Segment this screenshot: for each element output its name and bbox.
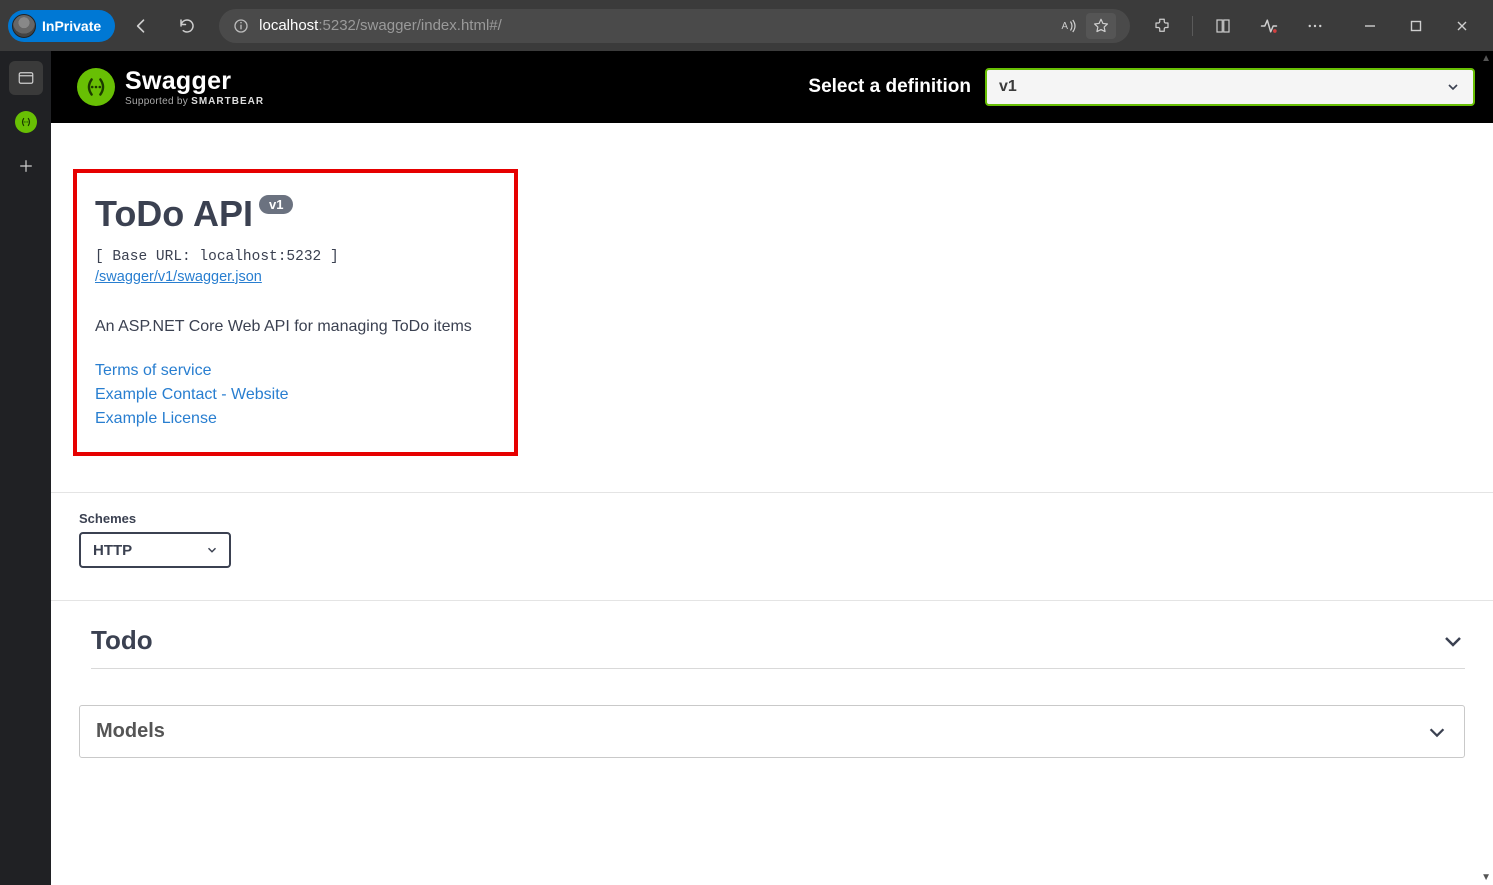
separator (1192, 16, 1193, 36)
swagger-logo-icon (77, 68, 115, 106)
select-definition-label: Select a definition (808, 76, 971, 98)
terms-link[interactable]: Terms of service (95, 362, 496, 380)
base-url: [ Base URL: localhost:5232 ] (95, 249, 496, 265)
extensions-button[interactable] (1142, 9, 1182, 43)
contact-link[interactable]: Example Contact - Website (95, 386, 496, 404)
swagger-logo[interactable]: Swagger Supported by SMARTBEAR (77, 67, 264, 107)
new-tab-button[interactable] (9, 149, 43, 183)
svg-text:A: A (1062, 21, 1069, 32)
api-description: An ASP.NET Core Web API for managing ToD… (95, 318, 496, 336)
refresh-button[interactable] (167, 9, 207, 43)
browser-toolbar: InPrivate localhost:5232/swagger/index.h… (0, 0, 1493, 51)
tab-actions-button[interactable] (9, 61, 43, 95)
inprivate-badge[interactable]: InPrivate (8, 10, 115, 42)
chevron-down-icon (1441, 629, 1465, 653)
scroll-down-icon[interactable]: ▼ (1481, 872, 1491, 883)
tag-row-todo[interactable]: Todo (91, 625, 1465, 669)
performance-button[interactable] (1249, 9, 1289, 43)
api-title: ToDo API v1 (95, 193, 496, 235)
favorite-button[interactable] (1086, 13, 1116, 39)
maximize-button[interactable] (1393, 9, 1439, 43)
inprivate-label: InPrivate (42, 18, 101, 34)
api-info-block: ToDo API v1 [ Base URL: localhost:5232 ]… (73, 169, 518, 456)
swagger-logo-subtext: Supported by SMARTBEAR (125, 96, 264, 107)
swagger-topbar: Swagger Supported by SMARTBEAR Select a … (51, 51, 1493, 123)
definition-select[interactable]: v1 (985, 68, 1475, 106)
close-window-button[interactable] (1439, 9, 1485, 43)
more-button[interactable] (1295, 9, 1335, 43)
collections-button[interactable] (1203, 9, 1243, 43)
swagger-logo-text: Swagger (125, 67, 264, 96)
info-icon (233, 18, 249, 34)
schemes-section: Schemes HTTP (51, 492, 1493, 600)
definition-selected-value: v1 (999, 78, 1017, 96)
tag-name: Todo (91, 625, 153, 656)
schemes-select[interactable]: HTTP (79, 532, 231, 568)
avatar-icon (12, 14, 36, 38)
operations-section: Todo (51, 600, 1493, 669)
chevron-down-icon (1426, 721, 1448, 743)
models-heading: Models (96, 720, 165, 743)
models-section: Models (51, 669, 1493, 758)
schemes-selected-value: HTTP (93, 542, 132, 559)
swagger-json-link[interactable]: /swagger/v1/swagger.json (95, 269, 262, 285)
scroll-up-icon[interactable]: ▲ (1481, 53, 1491, 64)
chevron-down-icon (1445, 79, 1461, 95)
page-content: ▲ ▼ Swagger Supported by SMARTBEAR Selec… (51, 51, 1493, 885)
api-version-badge: v1 (259, 195, 293, 214)
read-aloud-icon[interactable]: A (1060, 17, 1078, 35)
back-button[interactable] (121, 9, 161, 43)
swagger-favicon-icon (15, 111, 37, 133)
url-text: localhost:5232/swagger/index.html#/ (259, 17, 1050, 34)
minimize-button[interactable] (1347, 9, 1393, 43)
schemes-label: Schemes (79, 511, 1465, 526)
models-toggle[interactable]: Models (79, 705, 1465, 758)
vertical-tab-bar (0, 51, 51, 885)
address-bar[interactable]: localhost:5232/swagger/index.html#/ A (219, 9, 1130, 43)
chevron-down-icon (205, 543, 219, 557)
license-link[interactable]: Example License (95, 410, 496, 428)
tab-swagger[interactable] (9, 105, 43, 139)
